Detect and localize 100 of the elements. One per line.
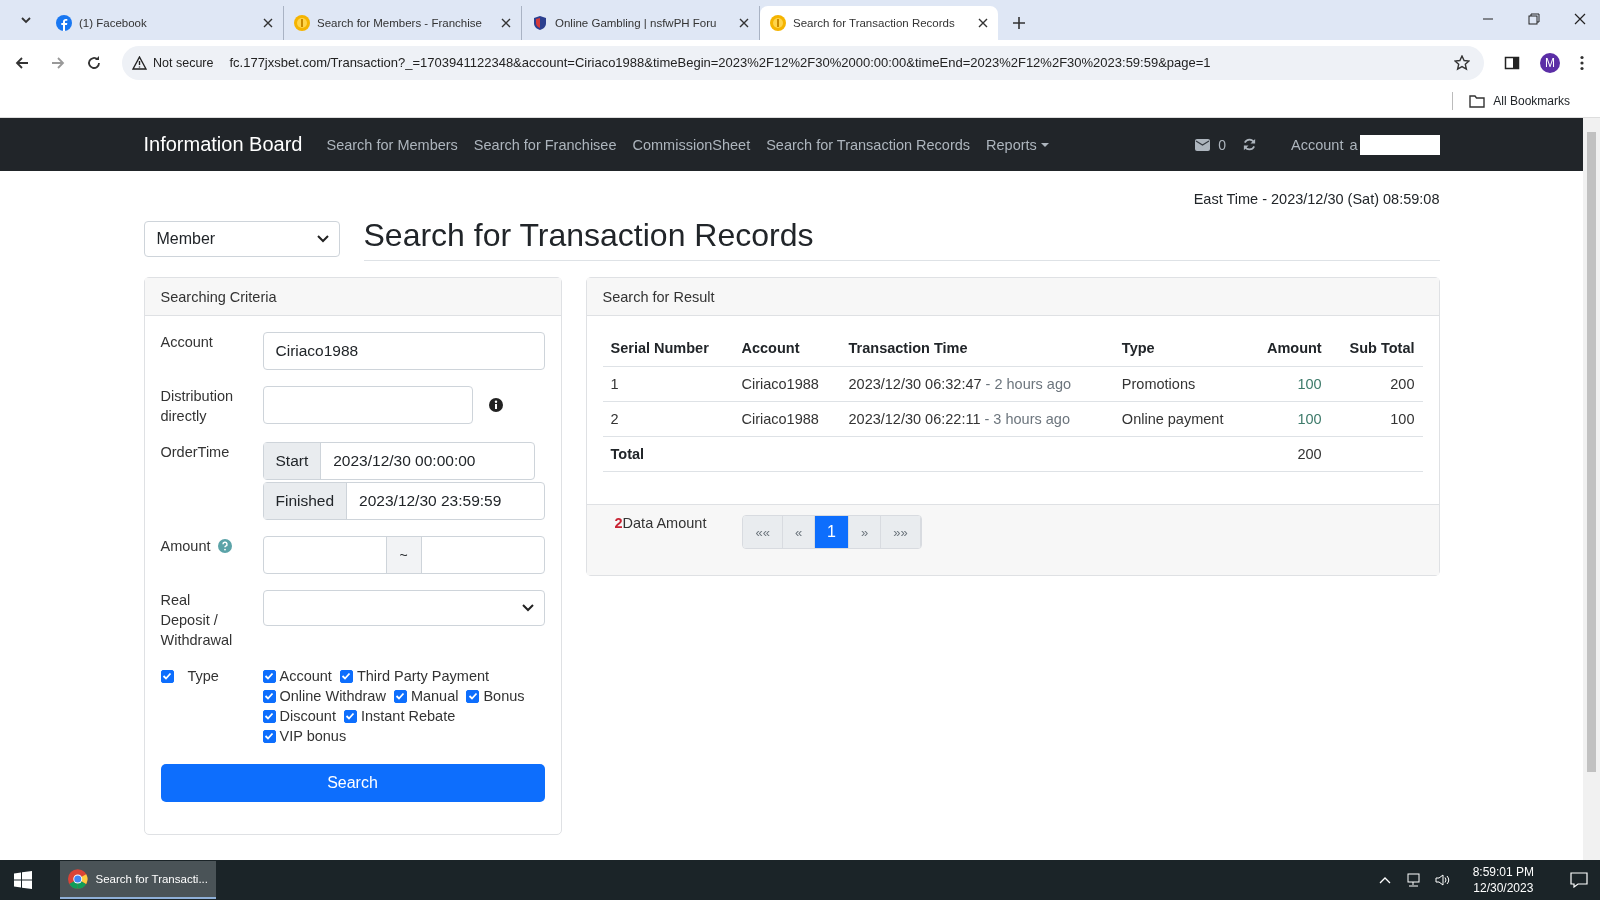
column-header: Serial Number <box>602 332 734 367</box>
checkbox-label: VIP bonus <box>279 727 347 746</box>
table-cell: 100 <box>1329 401 1423 437</box>
help-icon[interactable] <box>218 539 233 553</box>
field-label: Distribution directly <box>160 387 235 426</box>
checkbox[interactable] <box>262 669 276 683</box>
restore-icon[interactable] <box>1528 13 1540 25</box>
browser-tab[interactable]: Search for Members - Franchise <box>284 6 522 40</box>
table-cell: 200 <box>1329 366 1423 402</box>
checkbox[interactable] <box>343 709 357 723</box>
new-tab-icon[interactable] <box>1012 16 1026 30</box>
page-button[interactable]: »» <box>881 516 921 548</box>
address-field[interactable]: Not secure fc.177jxsbet.com/Transaction?_=1703941122348&account=Ciriaco1988&timeBegin=2023%2F12%2F30%2000:00:00&timeEnd=2023%2F12%2F30%2023:59:59&page=1 <box>122 45 1484 80</box>
account-field[interactable]: Ciriaco1988 <box>262 332 545 370</box>
security-label: Not secure <box>153 55 214 70</box>
page-button[interactable]: « <box>782 516 816 548</box>
forward-icon[interactable] <box>50 54 66 71</box>
notification-icon[interactable] <box>1570 872 1588 888</box>
side-panel-icon[interactable] <box>1504 54 1520 71</box>
table-cell: 100 <box>1248 366 1330 402</box>
table-cell: Online payment <box>1113 401 1249 437</box>
table-cell: 2023/12/30 06:22:11 <box>848 411 981 427</box>
column-header: Transaction Time <box>840 332 1114 367</box>
chevron-icon <box>521 604 534 612</box>
total-amount: 200 <box>1248 436 1330 472</box>
card-header: Search for Result <box>586 278 1439 316</box>
column-header: Amount <box>1248 332 1330 367</box>
close-icon[interactable] <box>501 18 511 28</box>
chevron-up-icon[interactable] <box>1378 876 1391 884</box>
coin-icon <box>294 15 310 31</box>
table-cell: 1 <box>602 366 734 402</box>
finish-time-field[interactable]: Finished 2023/12/30 23:59:59 <box>262 482 545 520</box>
chrome-icon <box>68 868 88 890</box>
checkbox[interactable] <box>262 709 276 723</box>
coin-icon <box>770 15 786 31</box>
reload-icon[interactable] <box>86 54 102 71</box>
nav-link[interactable]: Search for Transaction Records <box>766 136 971 153</box>
nav-link[interactable]: CommissionSheet <box>632 136 751 153</box>
checkbox-label: Online Withdraw <box>279 687 386 706</box>
star-icon[interactable] <box>1454 54 1470 71</box>
checkbox[interactable] <box>160 669 174 683</box>
member-select[interactable]: Member <box>143 221 340 257</box>
checkbox[interactable] <box>339 669 353 683</box>
close-icon[interactable] <box>978 18 988 28</box>
folder-icon <box>1469 94 1486 108</box>
clock-time[interactable]: 8:59:01 PM <box>1472 864 1534 880</box>
brand-title[interactable]: Information Board <box>143 133 303 156</box>
profile-avatar[interactable]: M <box>1540 52 1560 73</box>
east-time: East Time - 2023/12/30 (Sat) 08:59:08 <box>1193 191 1440 207</box>
column-header: Account <box>733 332 841 367</box>
close-icon[interactable] <box>263 18 273 28</box>
info-icon[interactable] <box>488 398 503 412</box>
browser-tab[interactable]: (1) Facebook <box>46 6 284 40</box>
checkbox-label: Third Party Payment <box>356 667 490 686</box>
checkbox[interactable] <box>393 689 407 703</box>
checkbox-label: Account <box>279 667 332 686</box>
nav-link[interactable]: Search for Members <box>326 136 458 153</box>
field-label: OrderTime <box>160 443 231 462</box>
message-count: 0 <box>1218 136 1226 153</box>
field-label: Type <box>187 667 219 686</box>
browser-tab[interactable]: Search for Transaction Records <box>760 6 998 40</box>
checkbox[interactable] <box>262 729 276 743</box>
taskbar-app[interactable]: Search for Transacti... <box>60 861 216 899</box>
caret-icon <box>1040 142 1049 147</box>
checkbox-label: Manual <box>410 687 459 706</box>
more-icon[interactable] <box>1580 54 1584 71</box>
nav-link[interactable]: Search for Franchisee <box>473 136 617 153</box>
page-title: Search for Transaction Records <box>363 217 1440 261</box>
refresh-icon[interactable] <box>1242 137 1257 152</box>
table-cell: Ciriaco1988 <box>733 366 841 402</box>
checkbox-label: Instant Rebate <box>360 707 456 726</box>
back-icon[interactable] <box>14 54 30 71</box>
page-button[interactable]: «« <box>743 516 783 548</box>
network-icon[interactable] <box>1404 873 1421 887</box>
distribution-field[interactable] <box>262 386 473 424</box>
checkbox-label: Bonus <box>483 687 525 706</box>
speaker-icon[interactable] <box>1434 873 1451 887</box>
clock-date[interactable]: 12/30/2023 <box>1473 880 1534 896</box>
table-cell: 100 <box>1248 401 1330 437</box>
shield-icon <box>532 15 548 31</box>
nav-link[interactable]: Reports <box>986 136 1049 153</box>
checkbox[interactable] <box>466 689 480 703</box>
chevron-icon <box>316 235 329 243</box>
bookmarks-link[interactable]: All Bookmarks <box>1493 94 1570 108</box>
message-icon[interactable] <box>1195 138 1211 151</box>
scrollbar[interactable] <box>1583 118 1600 860</box>
start-time-field[interactable]: Start 2023/12/30 00:00:00 <box>262 442 535 480</box>
relative-time: - 3 hours ago <box>984 411 1070 427</box>
page-button[interactable]: » <box>849 516 882 548</box>
checkbox[interactable] <box>262 689 276 703</box>
card-header: Searching Criteria <box>144 278 561 316</box>
count-label: Data Amount <box>622 515 707 531</box>
search-button[interactable]: Search <box>160 764 545 802</box>
table-cell: Ciriaco1988 <box>733 401 841 437</box>
windows-start-icon[interactable] <box>14 871 32 889</box>
facebook-icon <box>56 15 72 31</box>
close-icon[interactable] <box>1574 13 1586 25</box>
field-label: Account <box>160 333 214 352</box>
close-icon[interactable] <box>739 18 749 28</box>
page-button[interactable]: 1 <box>815 516 849 548</box>
